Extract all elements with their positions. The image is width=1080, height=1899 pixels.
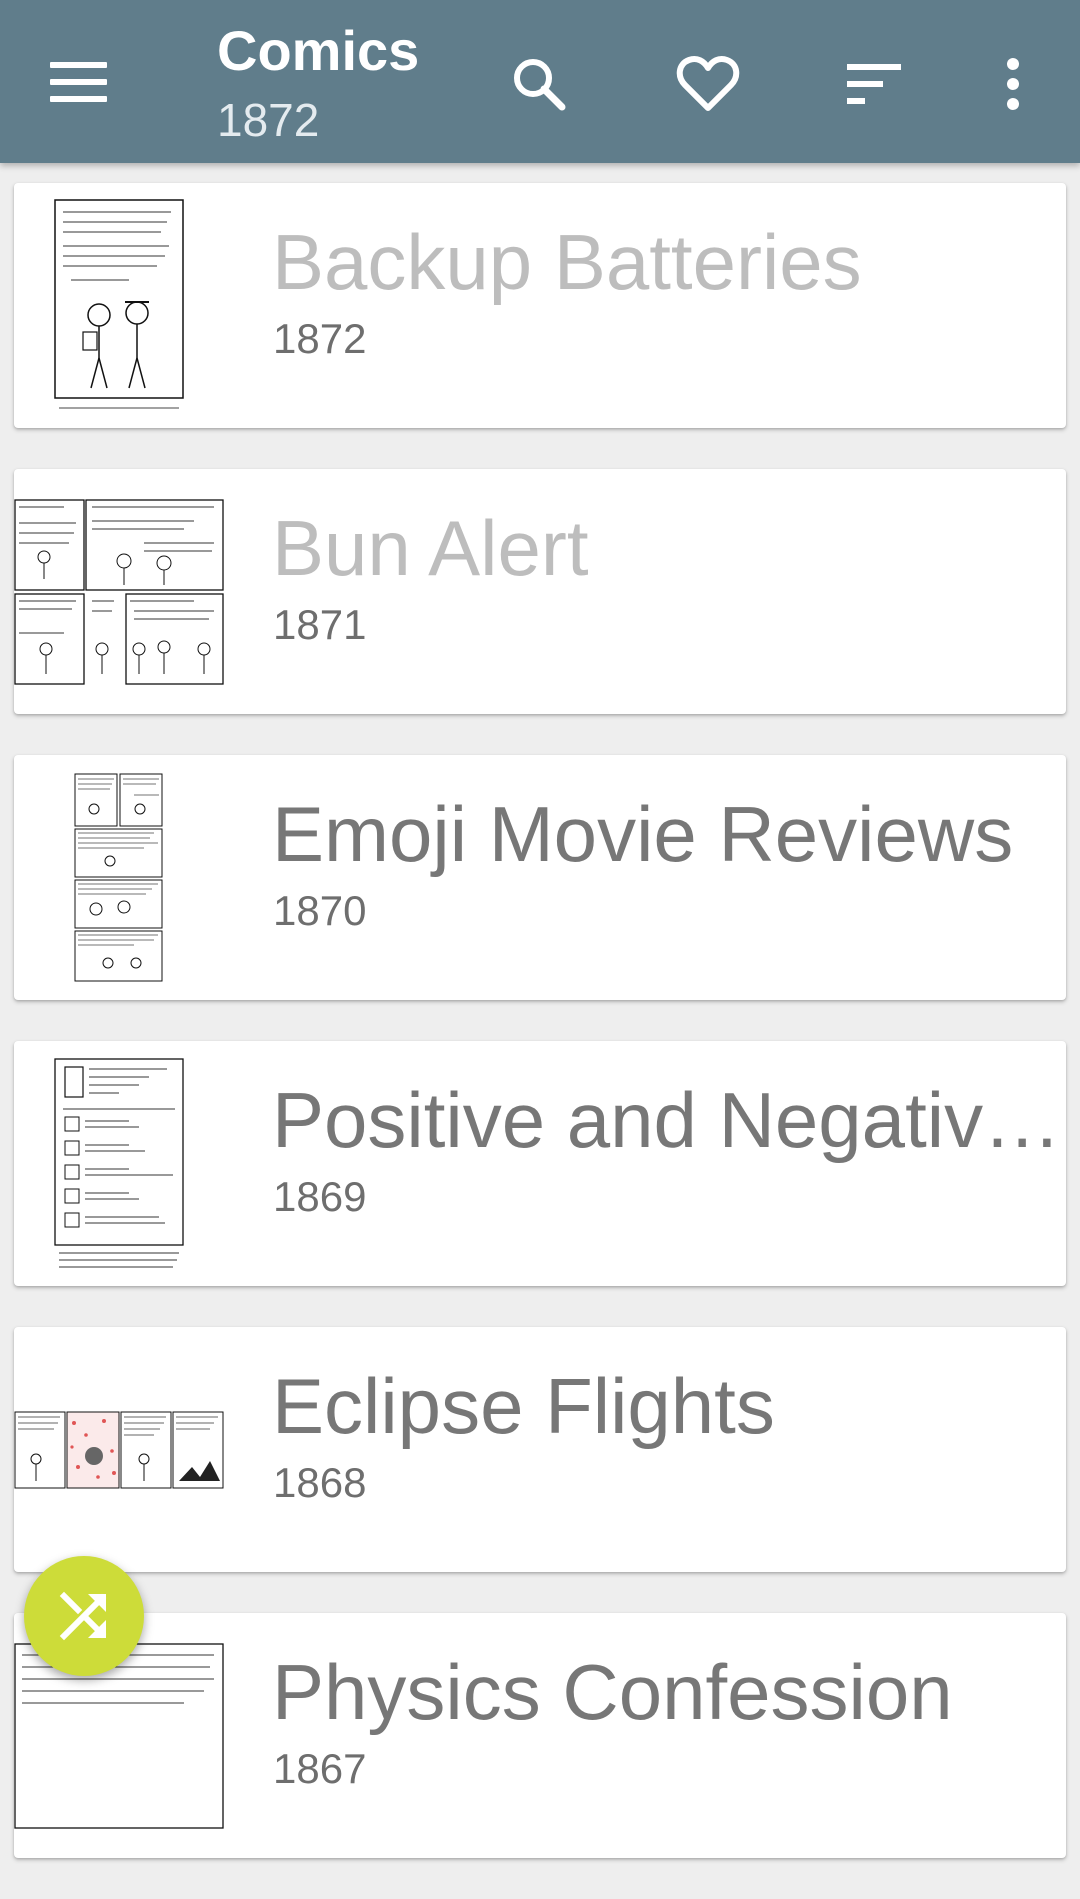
app-title: Comics xyxy=(217,19,420,82)
more-vert-icon[interactable] xyxy=(973,44,1053,124)
comic-number: 1870 xyxy=(273,887,367,934)
comic-card[interactable]: Physics Confession 1867 xyxy=(14,1613,1066,1858)
comic-thumbnail xyxy=(14,1041,224,1286)
shuffle-icon xyxy=(59,1591,107,1641)
sort-icon[interactable] xyxy=(835,44,915,124)
comic-card[interactable]: Backup Batteries 1872 xyxy=(14,183,1066,428)
comic-card[interactable]: Eclipse Flights 1868 xyxy=(14,1327,1066,1572)
app-bar: Comics 1872 xyxy=(0,0,1080,163)
comic-number: 1867 xyxy=(273,1745,367,1792)
comic-number: 1871 xyxy=(273,601,367,648)
comic-number: 1869 xyxy=(273,1173,367,1220)
random-comic-button[interactable] xyxy=(24,1556,144,1676)
comic-thumbnail xyxy=(14,755,224,1000)
comic-title: Bun Alert xyxy=(272,504,589,592)
comic-card[interactable]: Emoji Movie Reviews 1870 xyxy=(14,755,1066,1000)
comic-card[interactable]: Bun Alert 1871 xyxy=(14,469,1066,714)
heart-icon[interactable] xyxy=(668,44,748,124)
comic-thumbnail xyxy=(14,183,224,428)
comic-title: Physics Confession xyxy=(272,1648,953,1736)
menu-icon[interactable] xyxy=(50,52,120,112)
comic-card[interactable]: Positive and Negativ… 1869 xyxy=(14,1041,1066,1286)
comic-title: Backup Batteries xyxy=(272,218,862,306)
comic-thumbnail xyxy=(14,469,224,714)
comic-title: Eclipse Flights xyxy=(272,1362,775,1450)
comic-title: Emoji Movie Reviews xyxy=(272,790,1014,878)
comic-thumbnail xyxy=(14,1327,224,1572)
comic-number: 1868 xyxy=(273,1459,367,1506)
comic-number: 1872 xyxy=(273,315,367,362)
search-icon[interactable] xyxy=(499,44,579,124)
comic-list: Backup Batteries 1872 Bun Alert 1871 Emo… xyxy=(14,183,1066,1899)
latest-comic-number: 1872 xyxy=(217,94,320,146)
comic-title: Positive and Negativ… xyxy=(272,1076,1062,1164)
